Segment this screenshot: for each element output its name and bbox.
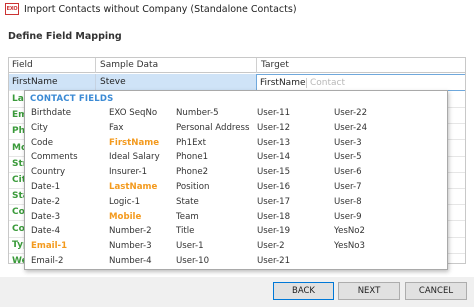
header-sample-data[interactable]: Sample Data: [100, 60, 158, 70]
dropdown-option[interactable]: LastName: [109, 182, 157, 192]
dropdown-option[interactable]: User-14: [257, 152, 290, 162]
dropdown-option[interactable]: EXO SeqNo: [109, 108, 157, 118]
dropdown-option[interactable]: User-8: [334, 197, 362, 207]
dropdown-option[interactable]: Number-3: [109, 241, 152, 251]
dropdown-option[interactable]: Code: [31, 138, 53, 148]
dropdown-option[interactable]: User-6: [334, 167, 362, 177]
dropdown-option[interactable]: User-17: [257, 197, 290, 207]
window-title: Import Contacts without Company (Standal…: [24, 4, 297, 15]
cancel-button[interactable]: CANCEL: [405, 282, 467, 300]
dropdown-option[interactable]: Email-2: [31, 256, 63, 266]
column-divider: [95, 74, 96, 91]
dropdown-option[interactable]: Team: [176, 212, 199, 222]
section-title: Define Field Mapping: [8, 31, 122, 42]
dropdown-option[interactable]: User-18: [257, 212, 290, 222]
dropdown-option[interactable]: User-24: [334, 123, 367, 133]
dropdown-option[interactable]: User-10: [176, 256, 209, 266]
row-field: FirstName: [12, 77, 58, 87]
dropdown-option[interactable]: Number-2: [109, 226, 152, 236]
dropdown-option[interactable]: Personal Address: [176, 123, 250, 133]
title-bar: EXO Import Contacts without Company (Sta…: [0, 0, 474, 20]
dropdown-option[interactable]: Title: [176, 226, 194, 236]
dropdown-option[interactable]: Position: [176, 182, 209, 192]
dropdown-option[interactable]: Logic-1: [109, 197, 140, 207]
dropdown-option[interactable]: User-11: [257, 108, 290, 118]
dropdown-option[interactable]: User-3: [334, 138, 362, 148]
app-logo-icon: EXO: [5, 3, 19, 15]
dropdown-option[interactable]: Number-4: [109, 256, 152, 266]
dropdown-option[interactable]: Date-1: [31, 182, 60, 192]
dropdown-option[interactable]: User-21: [257, 256, 290, 266]
header-divider: [95, 58, 96, 73]
dropdown-option[interactable]: User-22: [334, 108, 367, 118]
dropdown-option[interactable]: User-9: [334, 212, 362, 222]
dropdown-option[interactable]: Ph1Ext: [176, 138, 206, 148]
dropdown-option[interactable]: YesNo2: [334, 226, 365, 236]
dropdown-option[interactable]: City: [31, 123, 48, 133]
dropdown-option[interactable]: State: [176, 197, 199, 207]
dropdown-option[interactable]: User-2: [257, 241, 285, 251]
dropdown-option[interactable]: Date-4: [31, 226, 60, 236]
dropdown-option[interactable]: Birthdate: [31, 108, 71, 118]
dropdown-option[interactable]: Mobile: [109, 212, 141, 222]
header-divider: [256, 58, 257, 73]
dropdown-option[interactable]: Date-2: [31, 197, 60, 207]
back-button[interactable]: BACK: [273, 282, 334, 300]
target-placeholder: Contact: [310, 78, 346, 88]
target-field-combobox[interactable]: FirstName Contact: [256, 74, 465, 91]
dropdown-option[interactable]: User-19: [257, 226, 290, 236]
dropdown-option[interactable]: User-7: [334, 182, 362, 192]
dropdown-option[interactable]: User-16: [257, 182, 290, 192]
dropdown-option[interactable]: Phone2: [176, 167, 208, 177]
target-field-dropdown: CONTACT FIELDS Birthdate City Code Comments…: [24, 90, 448, 270]
grid-header: Field Sample Data Target: [9, 58, 465, 73]
dropdown-option[interactable]: User-13: [257, 138, 290, 148]
dropdown-option[interactable]: Insurer-1: [109, 167, 147, 177]
dropdown-option[interactable]: Number-5: [176, 108, 219, 118]
target-value: FirstName: [260, 78, 306, 88]
button-bar: [0, 277, 474, 307]
dropdown-group-header: CONTACT FIELDS: [30, 94, 114, 104]
dropdown-option[interactable]: User-5: [334, 152, 362, 162]
dropdown-option[interactable]: Country: [31, 167, 65, 177]
dropdown-option[interactable]: Date-3: [31, 212, 60, 222]
dropdown-option[interactable]: Comments: [31, 152, 78, 162]
dropdown-option[interactable]: Fax: [109, 123, 124, 133]
next-button[interactable]: NEXT: [338, 282, 400, 300]
dropdown-option[interactable]: Phone1: [176, 152, 208, 162]
dropdown-option[interactable]: User-15: [257, 167, 290, 177]
row-sample-data: Steve: [100, 77, 126, 87]
input-divider: [306, 78, 307, 88]
dropdown-option[interactable]: YesNo3: [334, 241, 365, 251]
dropdown-option[interactable]: User-12: [257, 123, 290, 133]
dropdown-option[interactable]: User-1: [176, 241, 204, 251]
header-field[interactable]: Field: [12, 60, 33, 70]
dropdown-option[interactable]: Ideal Salary: [109, 152, 160, 162]
header-target[interactable]: Target: [261, 60, 289, 70]
dropdown-option[interactable]: FirstName: [109, 138, 159, 148]
dropdown-option[interactable]: Email-1: [31, 241, 67, 251]
